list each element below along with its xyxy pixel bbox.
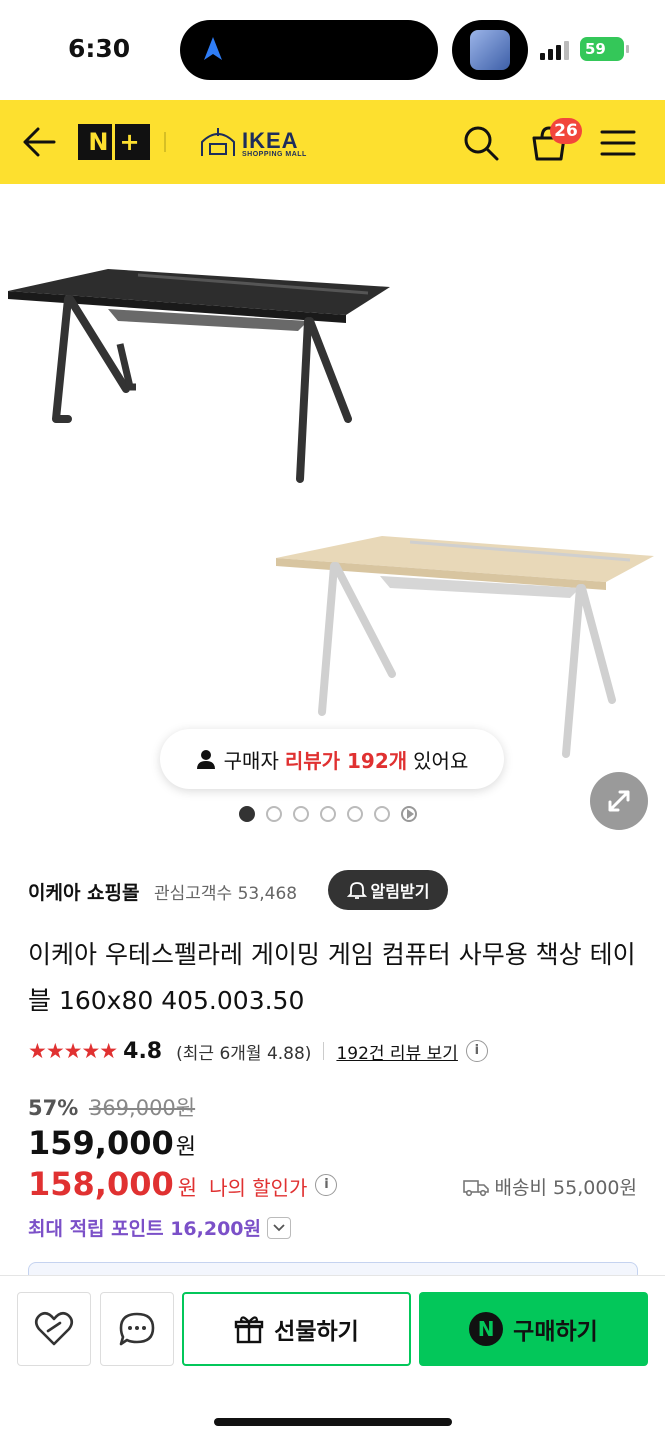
- original-price: 369,000원: [88, 1096, 196, 1120]
- points-row[interactable]: 최대 적립 포인트 16,200원: [28, 1214, 292, 1241]
- logo-plus: +: [119, 128, 140, 156]
- status-bar: 6:30 59: [0, 0, 665, 100]
- shipping-label: 배송비 55,000원: [494, 1177, 637, 1199]
- gift-icon: [234, 1316, 264, 1344]
- my-price: 158,000: [28, 1165, 174, 1203]
- discount-row: 57% 369,000원: [28, 1092, 195, 1122]
- status-time: 6:30: [68, 34, 131, 63]
- gallery-dot[interactable]: [320, 806, 336, 822]
- home-indicator[interactable]: [214, 1418, 452, 1426]
- store-name[interactable]: 이케아 쇼핑몰: [28, 878, 140, 905]
- rating-value: 4.8: [123, 1038, 163, 1064]
- black-desk-image: [8, 269, 390, 483]
- hamburger-menu-icon[interactable]: [600, 128, 636, 158]
- logo-n: N: [88, 128, 109, 156]
- search-icon[interactable]: [462, 124, 500, 162]
- info-icon[interactable]: i: [465, 1040, 488, 1062]
- gallery-dot[interactable]: [374, 806, 390, 822]
- now-playing-island: [452, 20, 528, 80]
- review-pill-prefix: 구매자: [223, 748, 279, 773]
- person-icon: [196, 750, 215, 769]
- my-price-label[interactable]: 나의 할인가: [209, 1172, 307, 1201]
- discount-percent: 57%: [28, 1096, 79, 1120]
- sale-price: 159,000: [28, 1124, 174, 1162]
- points-label: 최대 적립 포인트 16,200원: [28, 1218, 262, 1240]
- review-link[interactable]: 192건 리뷰 보기: [336, 1039, 457, 1064]
- gallery-dot[interactable]: [347, 806, 363, 822]
- chat-bubble-icon: [119, 1312, 155, 1346]
- gallery-dot[interactable]: [266, 806, 282, 822]
- ikea-emblem-icon: [201, 128, 235, 156]
- talk-chat-button[interactable]: [100, 1292, 174, 1366]
- product-title: 이케아 우테스펠라레 게이밍 게임 컴퓨터 사무용 책상 테이블 160x80 …: [28, 940, 636, 1015]
- alarm-label: 알림받기: [370, 882, 430, 901]
- navigation-arrow-icon: [204, 37, 222, 60]
- naverpay-n-icon: N: [469, 1312, 504, 1346]
- back-arrow-icon[interactable]: [22, 126, 56, 158]
- price-unit: 원: [175, 1135, 196, 1160]
- store-row: 이케아 쇼핑몰 관심고객수 53,468 알림받기: [28, 870, 648, 910]
- expand-icon: [608, 790, 630, 812]
- ikea-shopping-mall-logo[interactable]: IKEA SHOPPING MALL: [198, 126, 308, 160]
- gift-button[interactable]: 선물하기: [182, 1292, 411, 1366]
- bell-plus-icon: [346, 882, 367, 899]
- battery-level: 59: [585, 40, 606, 58]
- gift-label: 선물하기: [274, 1319, 359, 1345]
- rating-divider: [323, 1042, 325, 1060]
- interest-count: 관심고객수 53,468: [154, 884, 298, 904]
- video-play-dot-icon[interactable]: [401, 806, 417, 822]
- recent-rating: (최근 6개월 4.88): [176, 1043, 312, 1064]
- buyer-review-pill[interactable]: 구매자 리뷰가 192개 있어요: [160, 729, 504, 789]
- price-row: 159,000원: [28, 1124, 196, 1162]
- ikea-subtitle: SHOPPING MALL: [242, 151, 307, 158]
- header-divider: [164, 132, 166, 152]
- zzim-like-button[interactable]: [17, 1292, 91, 1366]
- dynamic-island: [180, 20, 438, 80]
- signal-icon: [540, 41, 569, 60]
- buy-label: 구매하기: [513, 1319, 598, 1345]
- buy-button[interactable]: N 구매하기: [419, 1292, 648, 1366]
- gallery-pagination: [239, 806, 417, 822]
- rating-row: ★★★★★ 4.8 (최근 6개월 4.88) 192건 리뷰 보기 i: [28, 1036, 648, 1066]
- product-image-gallery[interactable]: 구매자 리뷰가 192개 있어요: [0, 184, 665, 844]
- delivery-truck-icon: [462, 1179, 489, 1196]
- rating-stars: ★★★★★: [28, 1039, 118, 1063]
- my-price-row: 158,000 원 나의 할인가 i: [28, 1165, 338, 1205]
- cart-count-badge: 26: [550, 118, 582, 144]
- shipping-fee: 배송비 55,000원: [462, 1173, 637, 1200]
- album-art-icon: [470, 30, 510, 70]
- chevron-down-icon[interactable]: [267, 1216, 292, 1239]
- heart-plus-icon: [34, 1311, 74, 1346]
- expand-image-button[interactable]: [590, 772, 648, 830]
- battery-icon: 59: [580, 37, 624, 61]
- gallery-dot[interactable]: [239, 806, 255, 822]
- logo-separator: [112, 124, 116, 160]
- review-pill-highlight: 리뷰가 192개: [284, 748, 408, 773]
- gallery-dot[interactable]: [293, 806, 309, 822]
- my-price-unit: 원: [177, 1176, 198, 1200]
- battery-cap: [626, 45, 629, 53]
- naver-plus-logo[interactable]: N +: [78, 124, 150, 160]
- review-pill-suffix: 있어요: [413, 748, 469, 773]
- bottom-action-bar: 선물하기 N 구매하기: [0, 1275, 665, 1440]
- my-price-info-icon[interactable]: i: [315, 1174, 338, 1196]
- subscribe-alarm-button[interactable]: 알림받기: [328, 870, 448, 910]
